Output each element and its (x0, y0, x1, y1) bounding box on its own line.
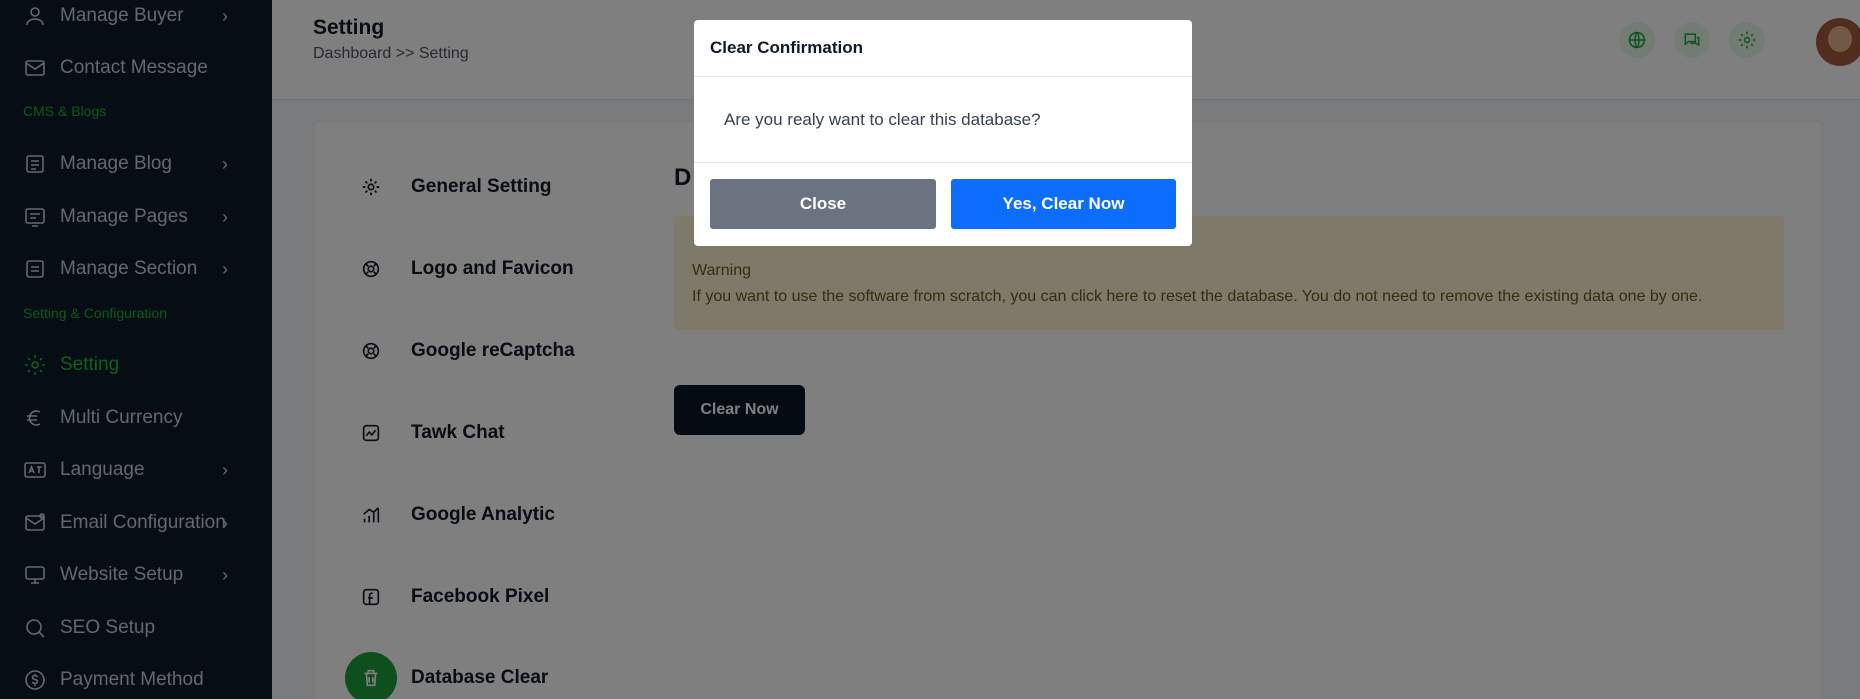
clear-confirmation-modal: Clear Confirmation Are you realy want to… (694, 20, 1192, 246)
modal-title: Clear Confirmation (710, 38, 864, 57)
modal-header: Clear Confirmation (694, 20, 1192, 77)
close-button[interactable]: Close (710, 179, 936, 229)
confirm-clear-button[interactable]: Yes, Clear Now (951, 179, 1176, 229)
modal-footer: Close Yes, Clear Now (694, 162, 1192, 246)
modal-message: Are you realy want to clear this databas… (724, 110, 1041, 129)
